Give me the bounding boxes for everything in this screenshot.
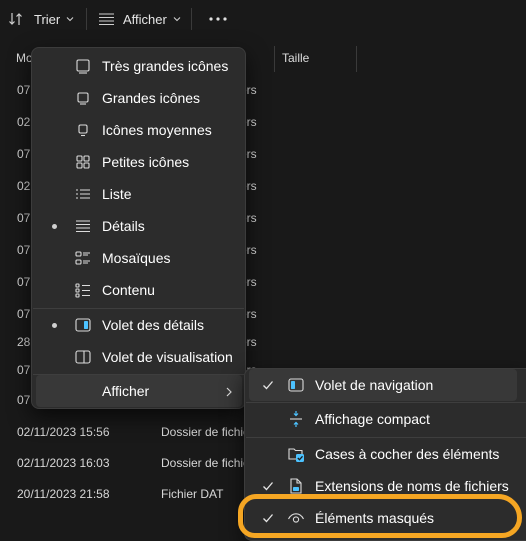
menu-item-label: Volet de visualisation <box>102 349 233 365</box>
submenu-item-label: Cases à cocher des éléments <box>315 446 500 462</box>
menu-item-show[interactable]: Afficher <box>36 375 242 407</box>
menu-item-label: Très grandes icônes <box>102 58 229 74</box>
menu-item-tiles[interactable]: Mosaïques <box>36 242 242 274</box>
checkmark-icon <box>261 378 275 395</box>
menu-item-label: Grandes icônes <box>102 90 201 106</box>
toolbar-divider <box>191 8 192 30</box>
menu-item-label: Volet des détails <box>102 317 204 333</box>
view-lines-icon <box>98 12 120 26</box>
column-modified[interactable]: Mo <box>8 44 33 72</box>
sort-label: Trier <box>34 11 61 27</box>
menu-item-content[interactable]: Contenu <box>36 274 242 306</box>
row-date: 07 <box>17 363 31 377</box>
sort-button[interactable]: Trier <box>8 6 74 32</box>
menu-item-small-icons[interactable]: Petites icônes <box>36 146 242 178</box>
menu-item-label: Afficher <box>102 383 150 399</box>
submenu-item-item-checkboxes[interactable]: Cases à cocher des éléments <box>249 438 517 470</box>
view-label: Afficher <box>123 11 167 27</box>
medium-icons-icon <box>74 121 92 139</box>
menu-item-label: Icônes moyennes <box>102 122 212 138</box>
menu-item-label: Petites icônes <box>102 154 190 170</box>
small-icons-icon <box>74 153 92 171</box>
row-date: 02 <box>17 179 31 193</box>
view-menu: Très grandes icônes Grandes icônes Icône… <box>31 47 246 409</box>
highlight-annotation <box>238 494 522 538</box>
menu-item-preview-pane[interactable]: Volet de visualisation <box>36 341 242 373</box>
more-ellipsis-icon <box>208 16 228 22</box>
details-pane-icon <box>74 316 92 334</box>
row-date: 02/11/2023 15:56 <box>17 425 110 439</box>
menu-item-details-pane[interactable]: Volet des détails <box>36 309 242 341</box>
column-size[interactable]: Taille <box>274 44 309 72</box>
list-icon <box>74 185 92 203</box>
item-checkboxes-icon <box>287 445 305 463</box>
submenu-item-navigation-pane[interactable]: Volet de navigation <box>249 369 517 401</box>
chevron-down-icon <box>66 15 74 23</box>
column-divider[interactable] <box>356 46 357 72</box>
more-options-button[interactable] <box>208 6 228 32</box>
menu-item-details[interactable]: Détails <box>36 210 242 242</box>
command-bar: Trier Afficher <box>0 0 526 38</box>
menu-item-label: Contenu <box>102 282 155 298</box>
chevron-right-icon <box>224 385 234 401</box>
menu-item-list[interactable]: Liste <box>36 178 242 210</box>
menu-item-label: Mosaïques <box>102 250 171 266</box>
row-date: 07 <box>17 83 31 97</box>
selected-bullet-icon <box>52 224 57 229</box>
row-date: 20/11/2023 21:58 <box>17 487 110 501</box>
menu-item-extra-large-icons[interactable]: Très grandes icônes <box>36 50 242 82</box>
submenu-item-compact-view[interactable]: Affichage compact <box>249 403 517 435</box>
details-icon <box>74 217 92 235</box>
view-button[interactable]: Afficher <box>98 6 181 32</box>
row-type: Fichier DAT <box>161 487 224 501</box>
row-date: 07 <box>17 211 31 225</box>
submenu-item-label: Volet de navigation <box>315 377 434 393</box>
tiles-icon <box>74 249 92 267</box>
row-type: Dossier de fichiers <box>161 456 244 470</box>
navigation-pane-icon <box>287 376 305 394</box>
row-date: 07 <box>17 393 31 407</box>
extra-large-icons-icon <box>74 57 92 75</box>
row-date: 02/11/2023 16:03 <box>17 456 110 470</box>
menu-item-medium-icons[interactable]: Icônes moyennes <box>36 114 242 146</box>
content-icon <box>74 281 92 299</box>
row-date: 02 <box>17 115 31 129</box>
selected-bullet-icon <box>52 323 57 328</box>
row-date: 07 <box>17 147 31 161</box>
preview-pane-icon <box>74 348 92 366</box>
row-date: 07 <box>17 243 31 257</box>
chevron-down-icon <box>173 15 181 23</box>
file-extension-icon <box>287 477 305 495</box>
sort-arrows-icon <box>8 11 30 27</box>
menu-item-label: Liste <box>102 186 132 202</box>
row-date: 07 <box>17 275 31 289</box>
toolbar-divider <box>86 8 87 30</box>
compact-view-icon <box>287 410 305 428</box>
large-icons-icon <box>74 89 92 107</box>
menu-item-large-icons[interactable]: Grandes icônes <box>36 82 242 114</box>
menu-item-label: Détails <box>102 218 145 234</box>
row-type: Dossier de fichiers <box>161 425 244 439</box>
submenu-item-label: Affichage compact <box>315 411 430 427</box>
